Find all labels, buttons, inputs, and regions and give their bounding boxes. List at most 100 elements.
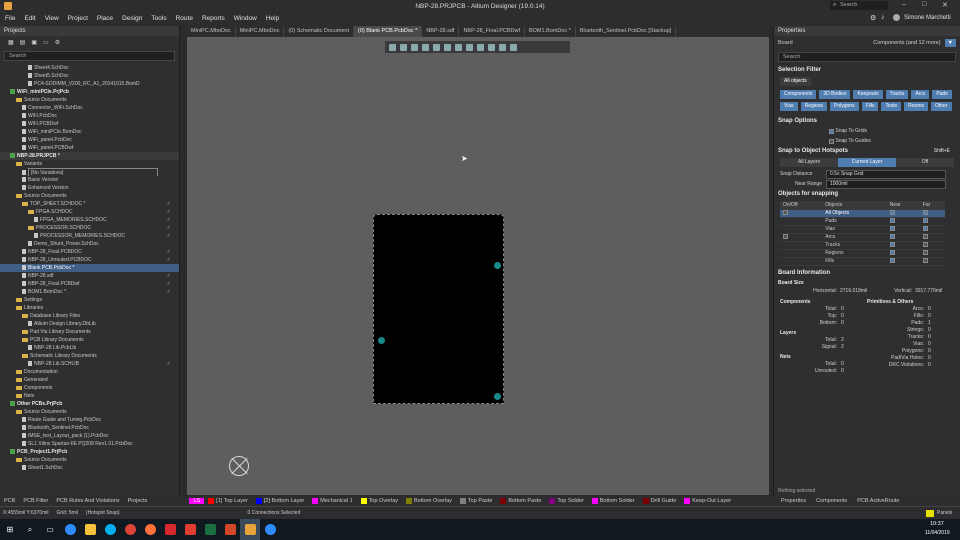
global-search[interactable]: Search	[830, 1, 888, 10]
layer-tab[interactable]: Top Solder	[545, 498, 587, 504]
near-checkbox[interactable]	[889, 217, 895, 223]
plus-icon[interactable]	[400, 43, 407, 51]
folder-icon[interactable]: ▭	[43, 39, 49, 46]
filter-chip[interactable]: 3D Bodies	[819, 90, 851, 99]
tree-item[interactable]: FPGA_MEMORIES.SCHDOC ✓	[0, 216, 179, 224]
menu-place[interactable]: Place	[97, 15, 113, 22]
tree-item[interactable]: [No Variations]	[0, 168, 179, 176]
tree-item[interactable]: WiFi_panel.PcbDoc	[0, 136, 179, 144]
tree-item[interactable]: PCB_Project1.PrjPcb	[0, 448, 179, 456]
tree-item[interactable]: WiFi_miniPCIe.PrjPcb	[0, 88, 179, 96]
layer-tab[interactable]: [2] Bottom Layer	[252, 498, 308, 504]
snap-row[interactable]: Tracks	[780, 241, 945, 250]
menu-tools[interactable]: Tools	[151, 15, 166, 22]
pdf-icon[interactable]	[180, 519, 200, 540]
snap-distance-select[interactable]: 0.5x Snap Grid	[826, 169, 946, 179]
far-checkbox[interactable]	[922, 233, 928, 239]
menu-project[interactable]: Project	[68, 15, 88, 22]
skype-icon[interactable]	[100, 519, 120, 540]
filter-chip[interactable]: Fills	[861, 102, 879, 111]
layer-tab[interactable]: Mechanical 1	[308, 498, 356, 504]
layer-tab[interactable]: [1] Top Layer	[204, 498, 252, 504]
pin-icon[interactable]	[466, 43, 473, 51]
snap-row[interactable]: Pads	[780, 217, 945, 226]
layer-tab[interactable]: Keep-Out Layer	[680, 498, 735, 504]
tree-item[interactable]: NBP-28.PRJPCB *	[0, 152, 179, 160]
far-checkbox[interactable]	[922, 217, 928, 223]
menu-file[interactable]: File	[5, 15, 15, 22]
tree-item[interactable]: TOP_SHEET.SCHDOC * ✓	[0, 200, 179, 208]
tree-item[interactable]: Source Documents	[0, 456, 179, 464]
panels-icon[interactable]	[926, 510, 934, 517]
snap-row[interactable]: Fills	[780, 257, 945, 266]
save-icon[interactable]: ▣	[31, 39, 37, 46]
menu-view[interactable]: View	[45, 15, 59, 22]
tree-item[interactable]: PCB Library Documents	[0, 336, 179, 344]
rect-icon[interactable]	[433, 43, 440, 51]
snap-row[interactable]: Arcs	[780, 233, 945, 242]
tree-item[interactable]: NBP-28 Lib.SCHLIB ✓	[0, 360, 179, 368]
layer-tab[interactable]: Drill Guide	[639, 498, 681, 504]
chart-icon[interactable]	[422, 43, 429, 51]
tree-item[interactable]: Bluetooth_Sentinel.PcbDoc	[0, 424, 179, 432]
tree-item[interactable]: Libraries	[0, 304, 179, 312]
document-tab[interactable]: MiniPC.MboDoc	[187, 26, 236, 37]
firefox-icon[interactable]	[140, 519, 160, 540]
tree-item[interactable]: Sheet5.SchDoc	[0, 72, 179, 80]
tree-item[interactable]: Documentation	[0, 368, 179, 376]
tree-item[interactable]: Components	[0, 384, 179, 392]
tree-item[interactable]: Demo_Shunt_Power.SchDoc	[0, 240, 179, 248]
close-icon[interactable]: ✕	[942, 1, 948, 9]
acrobat-icon[interactable]	[160, 519, 180, 540]
pcb-board-outline[interactable]	[373, 214, 504, 404]
snap-to-grids-checkbox[interactable]	[829, 128, 834, 134]
near-checkbox[interactable]	[889, 257, 895, 263]
file-explorer-icon[interactable]	[80, 519, 100, 540]
open-icon[interactable]: ▤	[20, 39, 26, 46]
menu-edit[interactable]: Edit	[24, 15, 35, 22]
windows-start-icon[interactable]: ⊞	[0, 519, 20, 540]
user-name[interactable]: Simone Marchetti	[904, 15, 951, 21]
tree-item[interactable]: Source Documents	[0, 96, 179, 104]
tree-item[interactable]: PC4-SODIMM_V200_RC_A1_20141015.BomD	[0, 80, 179, 88]
scope-dropdown[interactable]: Components (and 12 more)	[873, 40, 940, 46]
powerpoint-icon[interactable]	[220, 519, 240, 540]
via-icon[interactable]	[477, 43, 484, 51]
diff-pair-icon[interactable]	[455, 43, 462, 51]
tree-item[interactable]: SL1 Xilinx Spartan-IIE PQ208 Rev1.01.Pcb…	[0, 440, 179, 448]
tree-item[interactable]: NBP-28.sdf ✓	[0, 272, 179, 280]
select-icon[interactable]	[411, 43, 418, 51]
tree-item[interactable]: WiFi_panel.PCBDwf	[0, 144, 179, 152]
filter-chip[interactable]: Texts	[881, 102, 902, 111]
tree-item[interactable]: Other PCBs.PrjPcb	[0, 400, 179, 408]
far-checkbox[interactable]	[922, 241, 928, 247]
clock-time[interactable]: 10:37	[930, 521, 944, 527]
minimize-icon[interactable]: –	[902, 1, 906, 8]
task-view-icon[interactable]: ▭	[40, 519, 60, 540]
filter-chip[interactable]: Arcs	[911, 90, 930, 99]
snap-row[interactable]: Regions	[780, 249, 945, 258]
document-tab[interactable]: (0) Blank PCB.PcbDoc *	[354, 26, 423, 37]
all-layers-option[interactable]: All Layers	[780, 158, 838, 167]
tree-item[interactable]: Altium Design Library.DbLib	[0, 320, 179, 328]
document-tab[interactable]: NBP-28.sdf	[422, 26, 460, 37]
tree-item[interactable]: Enhanced Version	[0, 184, 179, 192]
snap-row[interactable]: All Objects	[780, 209, 945, 218]
projects-search-input[interactable]: Search	[4, 51, 175, 61]
panel-tab[interactable]: PCB Rules And Violations	[52, 498, 123, 504]
menu-design[interactable]: Design	[122, 15, 142, 22]
layer-tab[interactable]: Bottom Paste	[496, 498, 545, 504]
tree-item[interactable]: FPGA.SCHDOC ✓	[0, 208, 179, 216]
text-icon[interactable]	[499, 43, 506, 51]
filter-chip[interactable]: Regions	[800, 102, 827, 111]
tree-item[interactable]: Generated	[0, 376, 179, 384]
layer-tab[interactable]: Top Overlay	[357, 498, 402, 504]
board-information-title[interactable]: Board Information	[774, 268, 960, 278]
tree-item[interactable]: PROCESSOR_MEMORIES.SCHDOC ✓	[0, 232, 179, 240]
tree-item[interactable]: Blank PCB.PcbDoc *	[0, 264, 179, 272]
tree-item[interactable]: Variants	[0, 160, 179, 168]
tree-item[interactable]: NBP-28_Final.PCBDwf ✓	[0, 280, 179, 288]
right-panel-tab[interactable]: Properties	[777, 498, 810, 504]
near-checkbox[interactable]	[889, 249, 895, 255]
panels-button[interactable]: Panels	[937, 510, 952, 516]
